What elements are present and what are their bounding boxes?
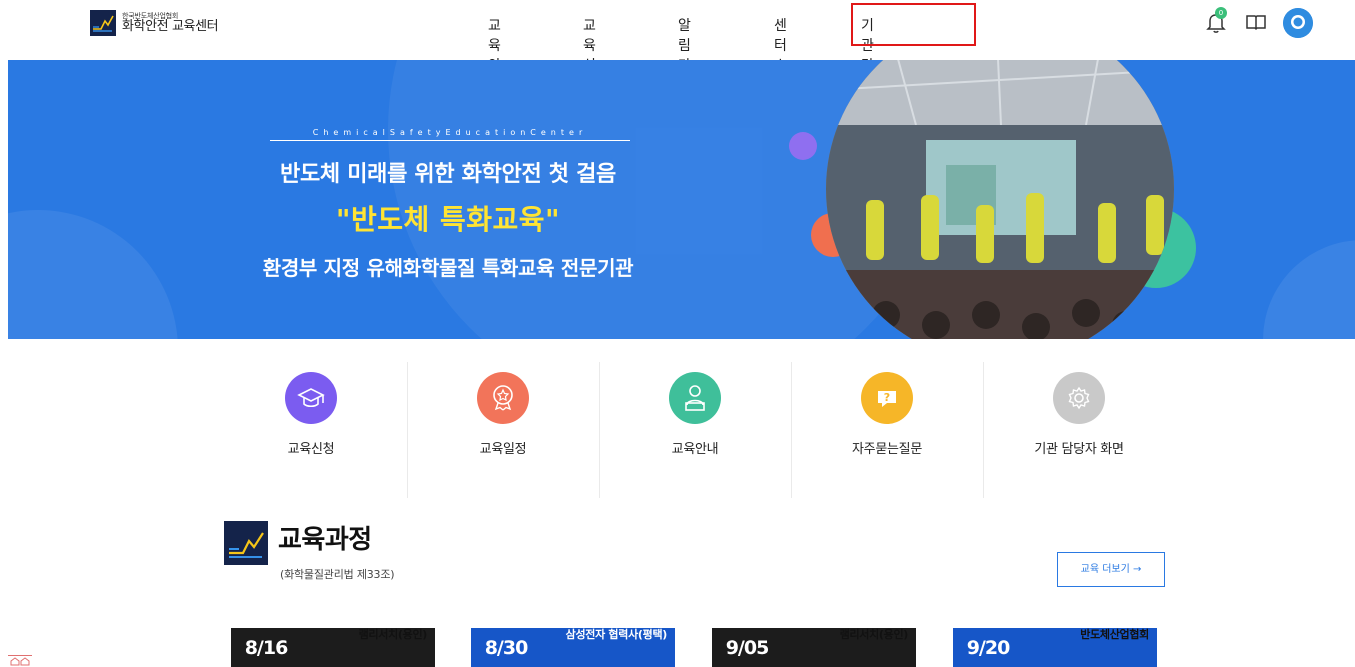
tagline-underline (270, 140, 630, 141)
notification-badge: 0 (1215, 7, 1227, 19)
course-card[interactable]: 9/05 램리서치(용인) (712, 618, 916, 667)
home-corner-icon[interactable] (8, 655, 32, 667)
bell-icon[interactable]: 0 (1205, 7, 1227, 34)
site-header: 한국반도체산업협회 화학안전 교육센터 교육안내 교육신청 알림마당 센터소개 … (0, 0, 1355, 154)
logo-title: 화학안전 교육센터 (122, 18, 219, 34)
hero-headline: 반도체 미래를 위한 화학안전 첫 걸음 (280, 162, 616, 187)
course-title: 램리서치(용인) (358, 628, 428, 641)
quick-link-label: 교육신청 (287, 442, 335, 457)
quick-links: 교육신청 교육일정 교육안내 ? 자주묻는질문 기관 담당자 화면 (215, 362, 1175, 498)
course-card[interactable]: 8/16 램리서치(용인) (231, 618, 435, 667)
more-courses-button[interactable]: 교육 더보기 → (1057, 552, 1165, 587)
hero-tagline: ChemicalSafetyEducationCenter (312, 128, 588, 137)
admin-nav-highlight (851, 3, 976, 46)
hero-banner: ChemicalSafetyEducationCenter 반도체 미래를 위한… (8, 60, 1355, 339)
graduation-cap-icon (285, 372, 337, 424)
course-title: 삼성전자 협력사(평택) (565, 628, 668, 641)
quick-link-label: 기관 담당자 화면 (1034, 442, 1124, 457)
course-date: 9/20 (953, 628, 1023, 667)
quick-link-admin[interactable]: 기관 담당자 화면 (983, 362, 1175, 498)
award-icon (477, 372, 529, 424)
quick-link-schedule[interactable]: 교육일정 (407, 362, 599, 498)
hero-subheadline: 환경부 지정 유해화학물질 특화교육 전문기관 (262, 256, 634, 280)
quick-link-label: 교육일정 (479, 442, 527, 457)
hero-photo (826, 60, 1174, 339)
course-date: 9/05 (712, 628, 782, 667)
quick-link-info[interactable]: 교육안내 (599, 362, 791, 498)
section-subtitle: (화학물질관리법 제33조) (280, 568, 395, 581)
quick-link-apply[interactable]: 교육신청 (215, 362, 407, 498)
course-title: 반도체산업협회 (1080, 628, 1149, 641)
quick-link-label: 교육안내 (671, 442, 719, 457)
course-date: 8/30 (471, 628, 541, 667)
section-title: 교육과정 (278, 525, 372, 555)
logo-mark-icon (90, 10, 116, 36)
quick-link-faq[interactable]: ? 자주묻는질문 (791, 362, 983, 498)
instructor-icon (669, 372, 721, 424)
course-date: 8/16 (231, 628, 301, 667)
gear-icon (1053, 372, 1105, 424)
course-card[interactable]: 8/30 삼성전자 협력사(평택) (471, 618, 675, 667)
site-logo[interactable]: 한국반도체산업협회 화학안전 교육센터 (90, 10, 219, 36)
section-logo-icon (224, 521, 268, 565)
hero-highlight-title: "반도체 특화교육" (335, 203, 561, 236)
course-title: 램리서치(용인) (839, 628, 909, 641)
question-icon: ? (861, 372, 913, 424)
book-icon[interactable] (1245, 12, 1267, 32)
avatar-icon[interactable] (1283, 8, 1313, 38)
decor-dot-purple (789, 132, 817, 160)
course-card[interactable]: 9/20 반도체산업협회 (953, 618, 1157, 667)
svg-text:?: ? (884, 391, 890, 404)
quick-link-label: 자주묻는질문 (852, 442, 922, 457)
